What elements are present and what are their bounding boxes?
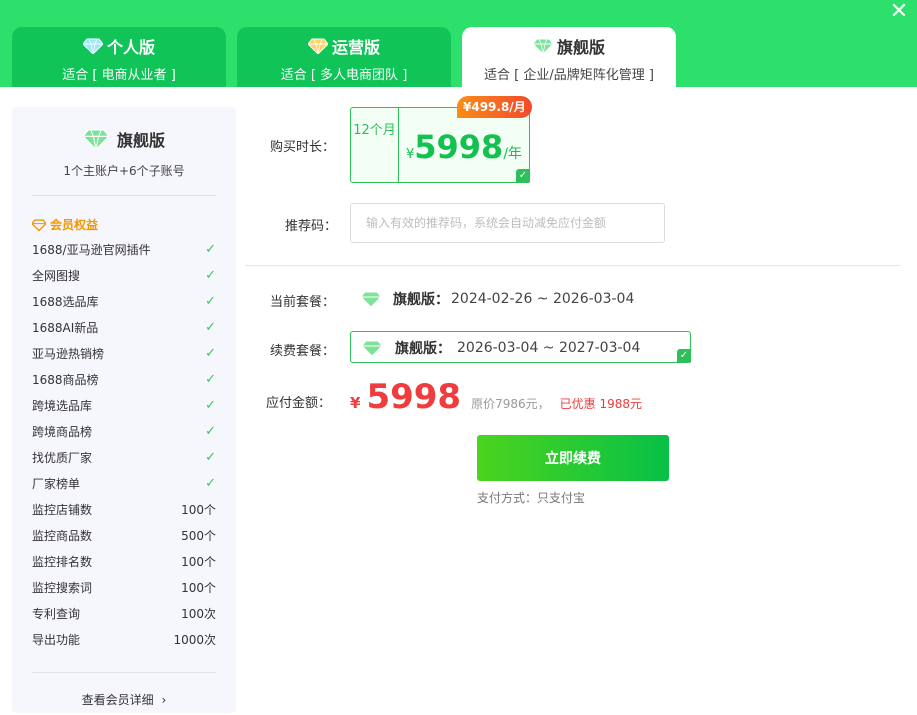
original-price: 原价7986元， xyxy=(471,397,550,411)
view-member-details-link[interactable]: 查看会员详细 › xyxy=(12,691,236,708)
diamond-icon xyxy=(361,291,381,307)
tab-subtitle: 适合 [ 多人电商团队 ] xyxy=(280,68,408,83)
quota-row: 监控搜索词 100个 xyxy=(32,580,216,595)
discount-text: 已优惠 1988元 xyxy=(559,397,642,411)
plan-accounts: 1个主账户+6个子账号 xyxy=(63,164,185,178)
check-icon: ✓ xyxy=(205,449,216,465)
plan-12-month-option[interactable]: 12个月 ¥ 5998 /年 ✓ xyxy=(350,107,530,183)
diamond-icon xyxy=(307,38,328,54)
payment-method: 支付方式：只支付宝 xyxy=(477,491,586,505)
diamond-icon xyxy=(82,38,103,54)
payable-amount: ¥ 5998 原价7986元， 已优惠 1988元 xyxy=(350,377,642,417)
benefit-row: 1688/亚马逊官网插件 ✓ xyxy=(32,241,216,257)
divider xyxy=(32,195,216,196)
quota-row: 监控排名数 100个 xyxy=(32,554,216,569)
diamond-outline-icon xyxy=(32,218,46,231)
tab-subtitle: 适合 [ 电商从业者 ] xyxy=(62,68,176,83)
quota-row: 监控商品数 500个 xyxy=(32,528,216,543)
tab-subtitle: 适合 [ 企业/品牌矩阵化管理 ] xyxy=(484,68,654,83)
current-plan: 旗舰版： 2024-02-26 ~ 2026-03-04 xyxy=(361,289,634,309)
benefits-sidebar: 旗舰版 1个主账户+6个子账号 会员权益 1688/亚马逊官网插件 ✓ 全网图搜 ✓ 1… xyxy=(12,107,236,713)
benefit-row: 1688商品榜 ✓ xyxy=(32,371,216,387)
quota-row: 专利查询 100次 xyxy=(32,606,216,621)
tab-personal[interactable]: 个人版 适合 [ 电商从业者 ] xyxy=(12,27,226,87)
benefit-check-list: 1688/亚马逊官网插件 ✓ 全网图搜 ✓ 1688选品库 ✓ 1688AI新品 ✓ 亚马逊热销… xyxy=(12,236,236,496)
divider xyxy=(245,265,900,266)
quota-row: 监控店铺数 100个 xyxy=(32,502,216,517)
close-icon[interactable]: ✕ xyxy=(889,1,909,23)
check-icon: ✓ xyxy=(205,423,216,439)
referral-label: 推荐码： xyxy=(285,219,338,234)
check-icon: ✓ xyxy=(205,345,216,361)
benefits-header: 会员权益 xyxy=(32,216,236,233)
renew-now-button[interactable]: 立即续费 xyxy=(477,435,669,481)
header-bar: ✕ 个人版 适合 [ 电商从业者 ] 运营版 适合 [ 多人电商团队 ] 旗舰版… xyxy=(0,0,917,87)
check-icon: ✓ xyxy=(205,371,216,387)
benefit-row: 找优质厂家 ✓ xyxy=(32,449,216,465)
tab-title: 运营版 xyxy=(331,38,380,57)
current-plan-label: 当前套餐： xyxy=(270,295,336,310)
check-icon: ✓ xyxy=(205,397,216,413)
tab-title: 旗舰版 xyxy=(556,38,605,57)
duration-label: 购买时长： xyxy=(270,140,336,155)
amount-label: 应付金额： xyxy=(266,396,332,411)
diamond-icon xyxy=(82,129,109,150)
selected-check-icon: ✓ xyxy=(516,169,530,183)
check-icon: ✓ xyxy=(205,293,216,309)
benefit-row: 亚马逊热销榜 ✓ xyxy=(32,345,216,361)
renew-plan-option[interactable]: 旗舰版： 2026-03-04 ~ 2027-03-04 ✓ xyxy=(350,331,691,363)
benefit-row: 跨境商品榜 ✓ xyxy=(32,423,216,439)
benefit-row: 全网图搜 ✓ xyxy=(32,267,216,283)
tab-flagship[interactable]: 旗舰版 适合 [ 企业/品牌矩阵化管理 ] xyxy=(462,27,676,87)
referral-code-input[interactable] xyxy=(350,203,665,243)
plan-price: ¥ 5998 /年 xyxy=(405,128,523,166)
check-icon: ✓ xyxy=(205,319,216,335)
purchase-form: 购买时长： 12个月 ¥ 5998 /年 ✓ ¥499.8/月 推荐码： 当前套… xyxy=(245,87,917,715)
check-icon: ✓ xyxy=(205,475,216,491)
check-icon: ✓ xyxy=(205,267,216,283)
divider xyxy=(32,672,216,673)
benefit-row: 跨境选品库 ✓ xyxy=(32,397,216,413)
benefit-row: 1688选品库 ✓ xyxy=(32,293,216,309)
benefit-row: 厂家榜单 ✓ xyxy=(32,475,216,491)
check-icon: ✓ xyxy=(205,241,216,257)
plan-months: 12个月 xyxy=(351,108,399,182)
chevron-right-icon: › xyxy=(161,693,167,707)
diamond-icon xyxy=(532,38,553,54)
tab-title: 个人版 xyxy=(106,38,155,57)
benefit-quota-list: 监控店铺数 100个 监控商品数 500个 监控排名数 100个 监控搜索词 100个 专利查询… xyxy=(12,496,236,652)
monthly-price-badge: ¥499.8/月 xyxy=(457,96,532,118)
selected-check-icon: ✓ xyxy=(677,349,691,363)
quota-row: 导出功能 1000次 xyxy=(32,632,216,647)
benefit-row: 1688AI新品 ✓ xyxy=(32,319,216,335)
renew-plan-label: 续费套餐： xyxy=(270,344,336,359)
diamond-icon xyxy=(362,340,382,356)
plan-title: 旗舰版 xyxy=(116,131,165,150)
tab-operation[interactable]: 运营版 适合 [ 多人电商团队 ] xyxy=(237,27,451,87)
